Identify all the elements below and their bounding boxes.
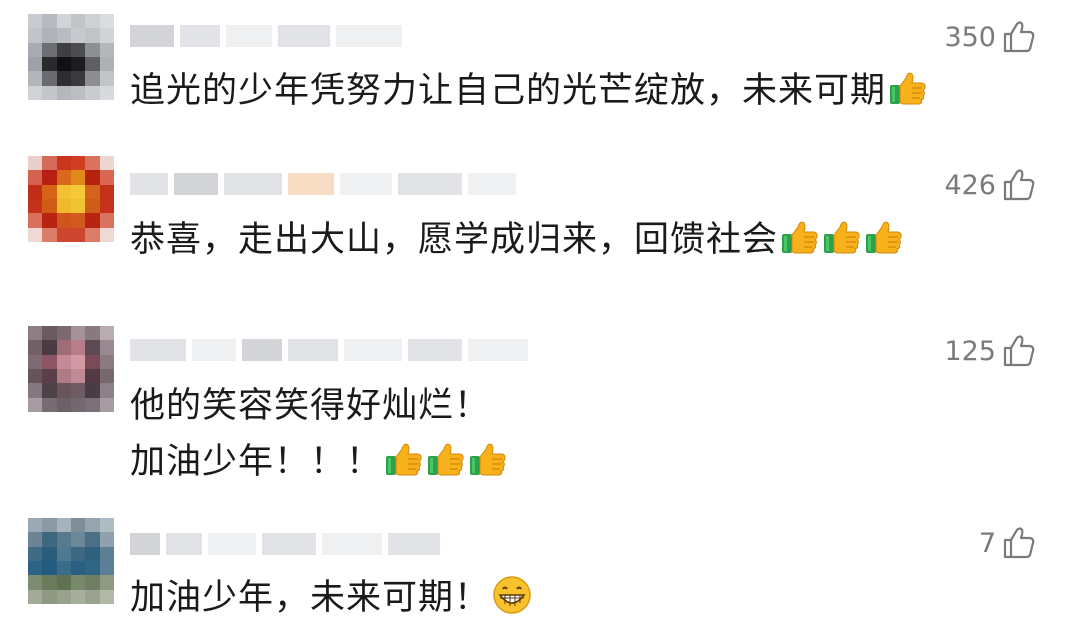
comment-text: 追光的少年凭努力让自己的光芒绽放，未来可期 xyxy=(130,63,928,119)
comment-text: 加油少年，未来可期！ xyxy=(130,570,532,626)
comment-line: 追光的少年凭努力让自己的光芒绽放，未来可期 xyxy=(130,71,887,111)
like-count: 350 xyxy=(944,21,996,53)
avatar[interactable] xyxy=(28,326,114,412)
thumbs-up-outline-icon xyxy=(1002,168,1036,202)
thumbs-up-outline-icon xyxy=(1002,334,1036,368)
like-button[interactable]: 426 xyxy=(944,168,1036,202)
comment-line: 他的笑容笑得好灿烂！ xyxy=(130,386,491,426)
thumbs-up-outline-icon xyxy=(1002,526,1036,560)
thumbs-up-icon xyxy=(468,439,508,479)
like-count: 125 xyxy=(944,335,996,367)
grin-icon xyxy=(492,575,532,615)
thumbs-up-icon xyxy=(822,217,862,257)
avatar[interactable] xyxy=(28,14,114,100)
like-button[interactable]: 350 xyxy=(944,20,1036,54)
username-blurred[interactable] xyxy=(130,336,528,364)
like-button[interactable]: 7 xyxy=(979,526,1036,560)
username-blurred[interactable] xyxy=(130,530,440,558)
thumbs-up-icon xyxy=(426,439,466,479)
like-count: 7 xyxy=(978,527,996,559)
thumbs-up-icon xyxy=(864,217,904,257)
comment-text: 他的笑容笑得好灿烂！ 加油少年！！！ xyxy=(130,378,508,490)
comment-line: 加油少年！！！ xyxy=(130,442,383,482)
comment-text: 恭喜，走出大山，愿学成归来，回馈社会 xyxy=(130,212,904,268)
avatar[interactable] xyxy=(28,156,114,242)
like-button[interactable]: 125 xyxy=(944,334,1036,368)
comment-line: 加油少年，未来可期！ xyxy=(130,578,491,618)
like-count: 426 xyxy=(944,169,996,201)
comment-line: 恭喜，走出大山，愿学成归来，回馈社会 xyxy=(130,220,779,260)
thumbs-up-icon xyxy=(384,439,424,479)
thumbs-up-icon xyxy=(888,68,928,108)
username-blurred[interactable] xyxy=(130,22,402,50)
thumbs-up-icon xyxy=(780,217,820,257)
thumbs-up-outline-icon xyxy=(1002,20,1036,54)
avatar[interactable] xyxy=(28,518,114,604)
username-blurred[interactable] xyxy=(130,170,516,198)
